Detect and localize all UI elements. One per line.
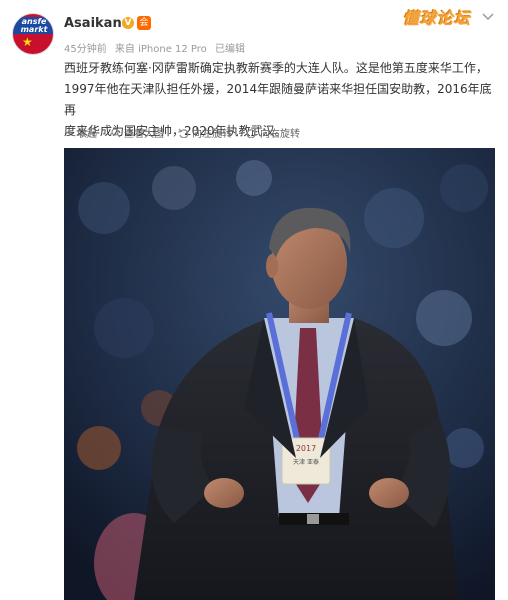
- image-toolbar: 收起 查看大图 向左旋转 向右旋转: [64, 125, 314, 140]
- badge-label: 天津 亚泰: [293, 458, 319, 466]
- post-meta: 45分钟前 来自 iPhone 12 Pro 已编辑: [64, 40, 250, 55]
- rotate-left-label: 向左旋转: [192, 129, 232, 140]
- site-watermark: 懂球论坛: [402, 9, 471, 28]
- collapse-label: 收起: [77, 129, 97, 140]
- view-large-button[interactable]: 查看大图: [111, 125, 164, 140]
- rotate-right-button[interactable]: 向右旋转: [246, 125, 300, 140]
- view-large-label: 查看大图: [124, 129, 164, 140]
- collapse-button[interactable]: 收起: [64, 125, 97, 140]
- content-line: 西班牙教练何塞·冈萨雷斯确定执教新赛季的大连人队。这是他第五度来华工作，: [64, 61, 488, 75]
- content-line: 1997年他在天津队担任外援，2014年跟随曼萨诺来华担任国安助教，2016年底…: [64, 82, 492, 117]
- rotate-left-icon: [178, 128, 189, 138]
- star-icon: ★: [22, 35, 33, 49]
- weibo-post-card: ansfe markt ★ Asaikana V 会 45分钟前 来自 iPhon…: [0, 0, 508, 600]
- coach-photo: 2017 天津 亚泰: [64, 148, 495, 600]
- magnifier-icon: [111, 127, 121, 137]
- post-photo[interactable]: 2017 天津 亚泰: [64, 148, 495, 600]
- badge-year: 2017: [296, 444, 316, 453]
- member-icon: 会: [137, 16, 151, 30]
- collapse-icon: [65, 129, 73, 134]
- rotate-right-label: 向右旋转: [260, 129, 300, 140]
- username[interactable]: Asaikana: [64, 16, 130, 31]
- rotate-right-icon: [246, 128, 257, 138]
- post-time[interactable]: 45分钟前: [64, 44, 107, 55]
- chevron-down-icon[interactable]: [480, 9, 496, 25]
- avatar-logo-text: ansfe markt: [13, 17, 53, 34]
- rotate-left-button[interactable]: 向左旋转: [178, 125, 232, 140]
- verified-badge-icon: V: [122, 17, 134, 29]
- user-avatar[interactable]: ansfe markt ★: [12, 13, 54, 55]
- edited-label[interactable]: 已编辑: [215, 44, 245, 55]
- post-source: 来自 iPhone 12 Pro: [114, 44, 207, 55]
